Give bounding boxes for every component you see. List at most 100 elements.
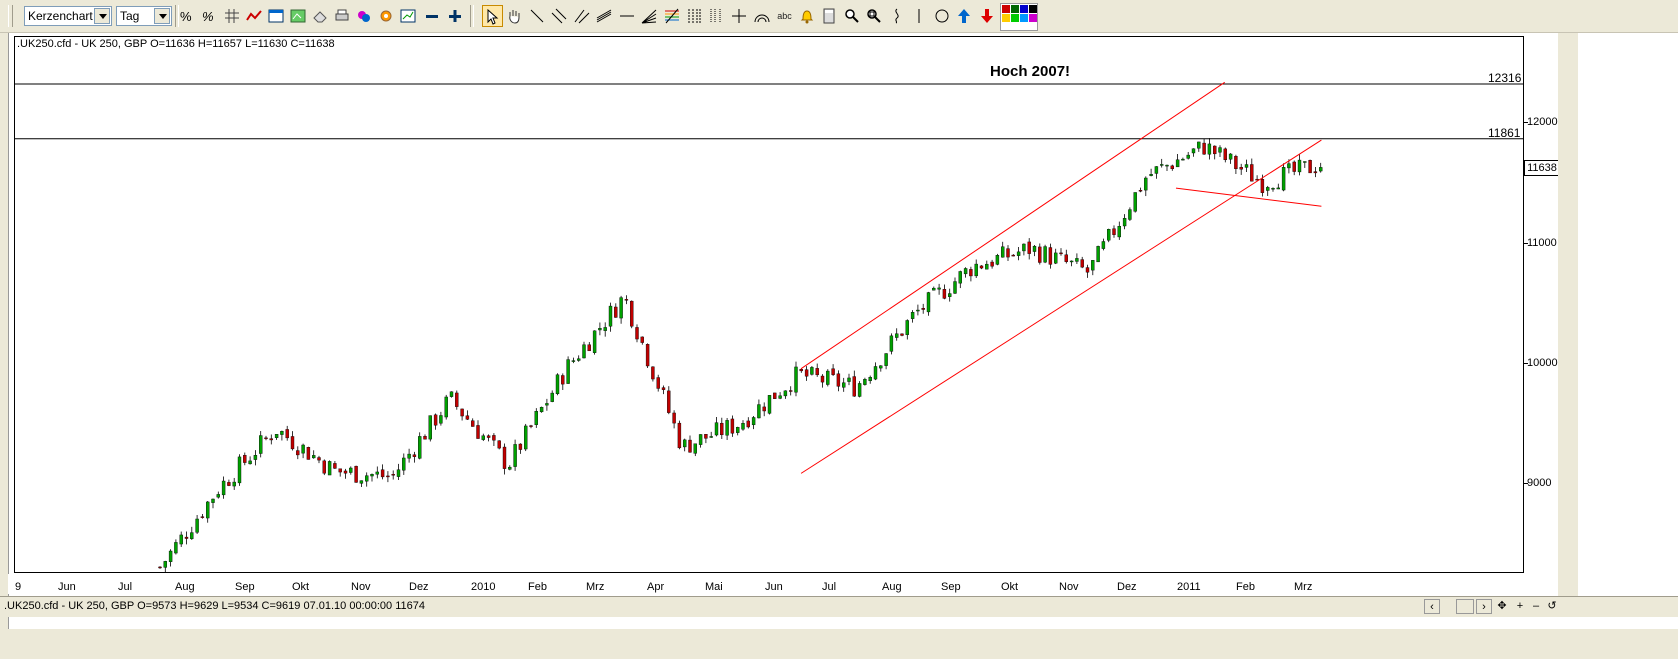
candle-down xyxy=(269,438,273,441)
x-tick-label: Mai xyxy=(705,581,723,593)
candle-down xyxy=(497,440,501,449)
candle-down xyxy=(1080,259,1084,268)
candle-down xyxy=(1170,165,1175,170)
candle-down xyxy=(1223,148,1228,161)
candle-down xyxy=(900,333,904,336)
candle-down xyxy=(990,261,994,267)
candle-up xyxy=(524,425,528,450)
candle-up xyxy=(619,297,623,319)
scroll-left-icon[interactable]: ‹ xyxy=(1424,599,1440,614)
x-tick-label: 2011 xyxy=(1177,581,1201,593)
candle-up xyxy=(1154,166,1159,174)
undo-icon[interactable]: ↺ xyxy=(1544,599,1560,614)
candle-up xyxy=(174,542,178,554)
x-tick-label: Feb xyxy=(528,581,547,593)
candle-up xyxy=(592,330,597,353)
x-tick-label: Nov xyxy=(1059,581,1079,593)
candle-down xyxy=(587,344,591,352)
candle-up xyxy=(895,333,899,338)
candle-up xyxy=(757,404,761,419)
candle-down xyxy=(492,435,496,441)
candle-up xyxy=(889,335,894,352)
scroll-right-icon[interactable]: › xyxy=(1476,599,1492,614)
candle-up xyxy=(1276,187,1281,190)
candle-down xyxy=(343,470,348,474)
candle-down xyxy=(243,455,247,463)
candle-up xyxy=(449,391,454,397)
candle-down xyxy=(720,422,724,436)
candle-up xyxy=(221,480,226,496)
move-icon[interactable]: ✥ xyxy=(1494,599,1510,614)
candle-up xyxy=(1106,229,1111,241)
status-bar: .UK250.cfd - UK 250, GBP O=9573 H=9629 L… xyxy=(0,596,1678,617)
zoom-in-icon[interactable]: + xyxy=(1512,599,1528,614)
candle-down xyxy=(391,474,395,476)
zoom-out-icon[interactable]: – xyxy=(1528,599,1544,614)
candle-up xyxy=(1218,147,1222,153)
candle-up xyxy=(582,344,586,359)
y-tick-label: 12000 xyxy=(1527,116,1558,128)
candle-down xyxy=(921,308,925,310)
candle-up xyxy=(370,474,374,477)
candle-up xyxy=(826,370,830,385)
candle-down xyxy=(322,460,326,474)
candle-up xyxy=(396,469,401,477)
candle-up xyxy=(253,455,258,460)
candle-down xyxy=(1048,247,1053,265)
x-tick-label: Aug xyxy=(882,581,902,593)
candle-down xyxy=(333,463,337,469)
candle-up xyxy=(842,382,846,388)
candle-up xyxy=(1043,246,1047,263)
candle-up xyxy=(1001,246,1005,258)
candle-up xyxy=(953,281,957,294)
candle-up xyxy=(736,427,740,433)
candle-up xyxy=(481,435,485,440)
candle-down xyxy=(1027,241,1031,254)
candle-up xyxy=(577,358,581,361)
candle-up xyxy=(1069,260,1074,263)
scroll-thumb[interactable] xyxy=(1456,599,1474,614)
candle-up xyxy=(1122,218,1127,227)
candle-up xyxy=(365,475,369,482)
candle-up xyxy=(216,494,221,498)
candle-down xyxy=(651,366,655,380)
candle-up xyxy=(190,532,194,539)
x-tick-label: Feb xyxy=(1236,581,1255,593)
candle-down xyxy=(836,373,841,387)
candle-up xyxy=(1016,251,1021,256)
candle-up xyxy=(237,456,242,484)
candle-down xyxy=(635,327,639,340)
candle-up xyxy=(714,422,719,436)
candle-down xyxy=(762,406,766,412)
candle-up xyxy=(863,379,867,385)
candle-up xyxy=(974,263,978,277)
candle-up xyxy=(375,471,379,475)
candle-down xyxy=(815,368,819,376)
candle-down xyxy=(688,439,692,453)
candle-up xyxy=(995,255,1000,265)
candle-down xyxy=(645,344,650,367)
candle-down xyxy=(1112,228,1116,235)
candle-up xyxy=(1271,188,1275,190)
candle-down xyxy=(476,425,480,439)
candle-down xyxy=(317,457,321,461)
candle-up xyxy=(571,360,576,362)
candle-up xyxy=(767,395,772,414)
candle-up xyxy=(534,411,538,425)
candle-up xyxy=(1032,245,1037,252)
candle-down xyxy=(630,300,634,327)
candle-up xyxy=(1128,209,1132,220)
x-tick-label: 9 xyxy=(15,581,22,593)
candle-up xyxy=(1149,174,1153,176)
candle-up xyxy=(958,271,962,284)
candle-down xyxy=(942,289,947,299)
candle-up xyxy=(1186,154,1190,159)
candle-up xyxy=(608,305,613,327)
candle-up xyxy=(1281,167,1286,191)
x-tick-label: Jul xyxy=(822,581,837,593)
candle-down xyxy=(518,443,523,450)
candle-up xyxy=(168,550,173,562)
candle-down xyxy=(1059,252,1063,255)
candle-down xyxy=(1292,161,1296,172)
candle-down xyxy=(1260,179,1265,193)
